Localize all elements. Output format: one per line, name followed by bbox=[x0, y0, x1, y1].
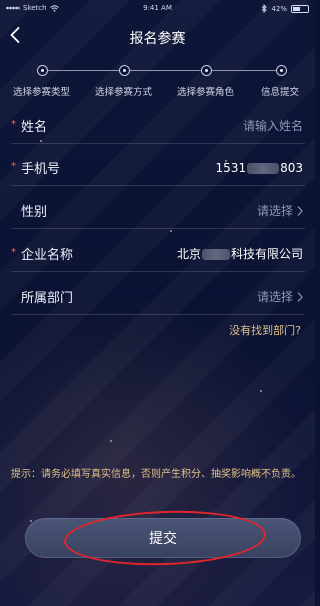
step-3-marker bbox=[201, 65, 212, 76]
phone-field-row[interactable]: * 手机号 1531 803 bbox=[11, 150, 305, 186]
company-prefix: 北京 bbox=[176, 247, 201, 261]
step-progress: 选择参赛类型 选择参赛方式 选择参赛角色 信息提交 bbox=[0, 63, 315, 103]
name-label: 姓名 bbox=[21, 120, 48, 135]
required-star: * bbox=[11, 247, 16, 258]
submit-button[interactable]: 提交 bbox=[25, 518, 301, 558]
page-title: 报名参赛 bbox=[129, 31, 186, 47]
department-field-row[interactable]: 所属部门 请选择 bbox=[11, 279, 305, 315]
step-3-label: 选择参赛角色 bbox=[177, 87, 235, 98]
phone-input[interactable]: 1531 803 bbox=[216, 161, 303, 175]
phone-prefix: 1531 bbox=[215, 160, 247, 175]
required-star: * bbox=[11, 161, 16, 172]
department-not-found-link[interactable]: 没有找到部门? bbox=[229, 322, 301, 338]
phone-suffix: 803 bbox=[280, 160, 303, 175]
redacted-blur bbox=[201, 249, 230, 260]
notice-text: 提示：请务必填写真实信息，否则产生积分、抽奖影响概不负责。 bbox=[11, 469, 301, 480]
company-input[interactable]: 北京 科技有限公司 bbox=[177, 245, 303, 262]
step-4-marker bbox=[276, 65, 287, 76]
gender-field-row[interactable]: 性别 请选择 bbox=[11, 193, 305, 229]
battery-percent: 42% bbox=[271, 4, 287, 13]
redacted-blur bbox=[247, 162, 280, 174]
status-bar: Sketch 9:41 AM 42% bbox=[0, 0, 315, 18]
company-suffix: 科技有限公司 bbox=[230, 247, 303, 261]
step-4-label: 信息提交 bbox=[261, 87, 300, 98]
nav-header: 报名参赛 bbox=[0, 24, 315, 50]
department-label: 所属部门 bbox=[21, 291, 74, 306]
department-select[interactable]: 请选择 bbox=[257, 288, 293, 305]
chevron-right-icon bbox=[297, 292, 303, 302]
chevron-right-icon bbox=[297, 206, 303, 216]
company-field-row[interactable]: * 企业名称 北京 科技有限公司 bbox=[11, 236, 305, 272]
name-field-row[interactable]: * 姓名 请输入姓名 bbox=[11, 108, 305, 144]
required-star: * bbox=[11, 119, 16, 130]
status-right: 42% bbox=[261, 4, 309, 13]
step-connector bbox=[42, 70, 282, 71]
gender-label: 性别 bbox=[21, 205, 48, 220]
step-1-label: 选择参赛类型 bbox=[13, 87, 71, 98]
step-2-marker bbox=[119, 65, 130, 76]
name-input[interactable]: 请输入姓名 bbox=[243, 117, 303, 134]
step-1-marker bbox=[37, 65, 48, 76]
bluetooth-icon bbox=[262, 4, 268, 13]
step-2-label: 选择参赛方式 bbox=[95, 87, 153, 98]
phone-label: 手机号 bbox=[21, 162, 61, 177]
battery-icon bbox=[291, 4, 309, 13]
gender-select[interactable]: 请选择 bbox=[257, 202, 293, 219]
company-label: 企业名称 bbox=[21, 248, 74, 263]
